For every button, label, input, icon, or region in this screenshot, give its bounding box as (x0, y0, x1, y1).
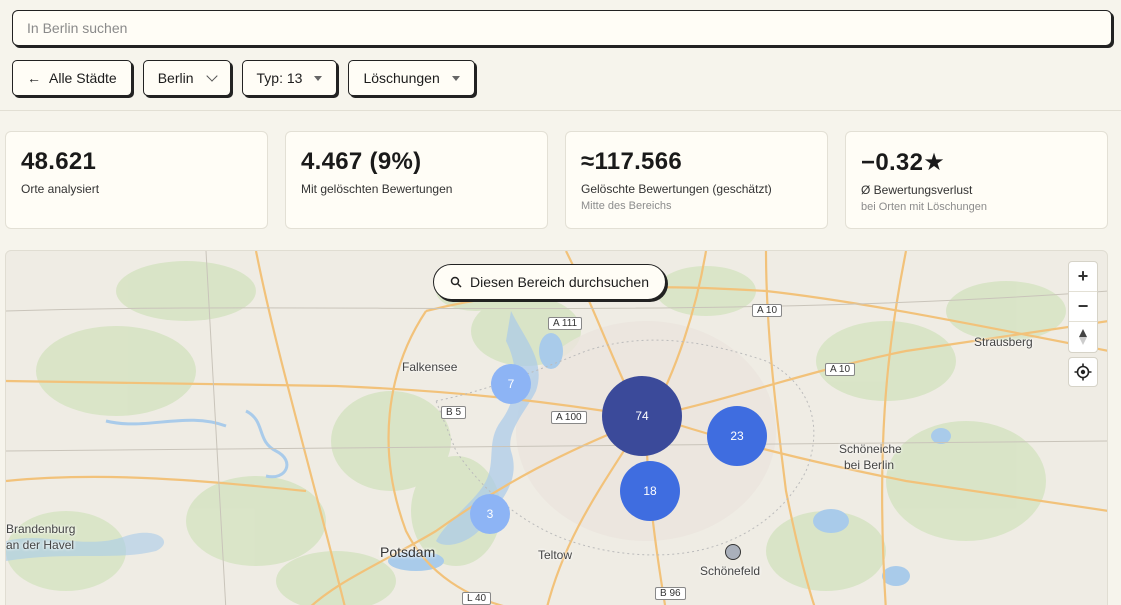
stat-value: 48.621 (21, 148, 97, 175)
stat-value: −0.32★ (861, 149, 946, 176)
stat-value: 4.467 (9%) (301, 148, 422, 175)
road-shield-a100: A 100 (551, 411, 587, 424)
road-shield-a10: A 10 (752, 304, 783, 317)
map-view[interactable]: Diesen Bereich durchsuchen + − Falkensee… (5, 250, 1108, 605)
map-marker[interactable] (725, 544, 741, 560)
map-cluster-7[interactable]: 7 (491, 364, 531, 404)
stat-card-analyzed: 48.621 Orte analysiert (5, 131, 268, 229)
map-cluster-23[interactable]: 23 (707, 406, 767, 466)
chevron-down-icon (205, 70, 218, 82)
place-label-schoenefeld: Schönefeld (700, 564, 761, 578)
locate-me-button[interactable] (1068, 357, 1098, 387)
zoom-control: + − (1068, 261, 1098, 353)
caret-down-icon (314, 75, 323, 81)
road-shield-b5: B 5 (441, 406, 467, 419)
place-label-schoeneiche-2: bei Berlin (844, 458, 895, 472)
place-label-potsdam: Potsdam (380, 544, 436, 560)
stat-label: Ø Bewertungsverlust (861, 183, 973, 197)
stat-sublabel: bei Orten mit Löschungen (861, 201, 987, 213)
compass-button[interactable] (1069, 322, 1097, 352)
arrow-left-icon: ← (27, 70, 41, 86)
stat-sublabel: Mitte des Bereichs (581, 200, 672, 212)
place-label-brandenburg-2: an der Havel (6, 538, 75, 552)
search-this-area-label: Diesen Bereich durchsuchen (470, 274, 649, 290)
road-shield-a10: A 10 (825, 363, 856, 376)
search-input[interactable] (12, 10, 1112, 46)
city-select[interactable]: Berlin (142, 60, 231, 96)
search-icon (450, 276, 462, 288)
stat-card-rating-loss: −0.32★ Ø Bewertungsverlust bei Orten mit… (845, 131, 1108, 229)
road-shield-a111: A 111 (548, 317, 583, 330)
city-label: Berlin (157, 70, 194, 86)
place-label-falkensee: Falkensee (402, 360, 458, 374)
place-label-brandenburg: Brandenburg (6, 522, 76, 536)
place-label-strausberg: Strausberg (974, 335, 1033, 349)
road-shield-l40: L 40 (462, 592, 492, 605)
stat-value: ≈117.566 (581, 148, 683, 175)
place-label-teltow: Teltow (538, 548, 573, 562)
back-all-cities-button[interactable]: ← Alle Städte (12, 60, 132, 96)
stats-row: 48.621 Orte analysiert 4.467 (9%) Mit ge… (5, 131, 1108, 229)
filter-bar: ← Alle Städte Berlin Typ: 13 Löschungen (12, 60, 475, 98)
crosshair-icon (1074, 363, 1092, 381)
search-this-area-button[interactable]: Diesen Bereich durchsuchen (433, 264, 666, 300)
caret-down-icon (451, 75, 460, 81)
road-shield-b96: B 96 (655, 587, 686, 600)
stat-card-with-deletions: 4.467 (9%) Mit gelöschten Bewertungen (285, 131, 548, 229)
search-bar (12, 10, 1116, 48)
deletions-filter-button[interactable]: Löschungen (348, 60, 475, 96)
place-label-schoeneiche: Schöneiche (839, 442, 902, 456)
stat-label: Orte analysiert (21, 182, 100, 196)
header-divider (0, 110, 1121, 111)
map-cluster-18[interactable]: 18 (620, 461, 680, 521)
stat-label: Gelöschte Bewertungen (geschätzt) (581, 182, 772, 196)
map-cluster-3[interactable]: 3 (470, 494, 510, 534)
compass-icon (1079, 329, 1087, 345)
zoom-in-button[interactable]: + (1069, 262, 1097, 292)
zoom-out-button[interactable]: − (1069, 292, 1097, 322)
type-label: Typ: 13 (256, 70, 303, 86)
deletions-label: Löschungen (363, 70, 440, 86)
type-filter-button[interactable]: Typ: 13 (241, 60, 338, 96)
stat-card-deleted-reviews: ≈117.566 Gelöschte Bewertungen (geschätz… (565, 131, 828, 229)
map-cluster-74[interactable]: 74 (602, 376, 682, 456)
back-label: Alle Städte (49, 70, 117, 86)
stat-label: Mit gelöschten Bewertungen (301, 182, 453, 196)
